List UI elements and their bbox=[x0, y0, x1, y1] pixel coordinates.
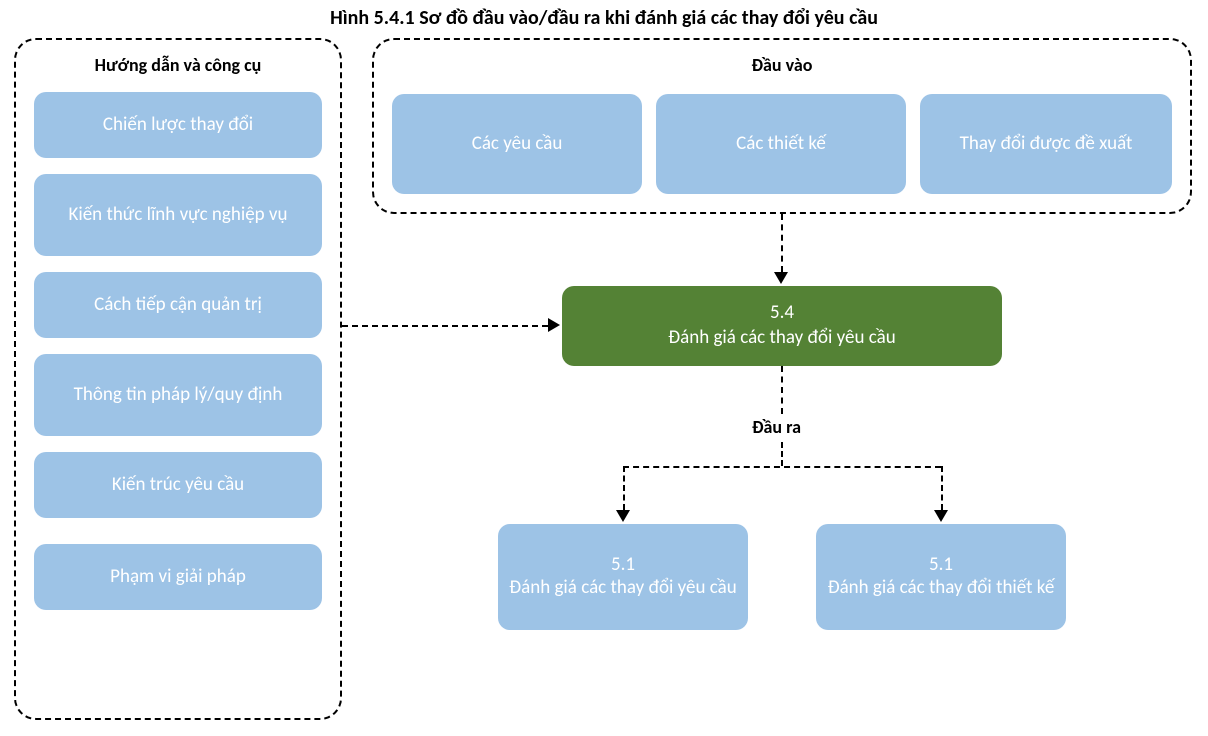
output-item-design-change-assessment: 5.1 Đánh giá các thay đổi thiết kế bbox=[816, 524, 1066, 630]
guide-item-requirements-architecture: Kiến trúc yêu cầu bbox=[34, 452, 322, 518]
guide-item-strategy: Chiến lược thay đổi bbox=[34, 92, 322, 158]
output-code-1: 5.1 bbox=[611, 554, 635, 577]
input-item-requirements: Các yêu cầu bbox=[392, 94, 642, 194]
arrow-inputs-to-process bbox=[774, 272, 788, 284]
arrow-guides-to-process bbox=[548, 318, 560, 332]
connector-process-down bbox=[781, 366, 783, 414]
connector-inputs-to-process bbox=[781, 214, 783, 272]
guide-item-solution-scope: Phạm vi giải pháp bbox=[34, 544, 322, 610]
output-label-2: Đánh giá các thay đổi thiết kế bbox=[828, 577, 1055, 600]
connector-branch-left bbox=[623, 466, 625, 510]
outputs-heading: Đầu ra bbox=[752, 416, 801, 438]
input-item-proposed-change: Thay đổi được đề xuất bbox=[920, 94, 1172, 194]
arrow-branch-right bbox=[934, 510, 948, 522]
process-label: Đánh giá các thay đổi yêu cầu bbox=[668, 326, 895, 351]
guide-item-governance: Cách tiếp cận quản trị bbox=[34, 272, 322, 338]
connector-below-label bbox=[781, 442, 783, 466]
output-label-1: Đánh giá các thay đổi yêu cầu bbox=[509, 577, 736, 600]
arrow-branch-left bbox=[616, 510, 630, 522]
connector-split-horizontal bbox=[623, 466, 941, 468]
connector-guides-to-process bbox=[342, 325, 548, 327]
guides-heading: Hướng dẫn và công cụ bbox=[16, 54, 340, 76]
output-code-2: 5.1 bbox=[929, 554, 953, 577]
process-code: 5.4 bbox=[770, 301, 794, 326]
input-item-designs: Các thiết kế bbox=[656, 94, 906, 194]
process-box: 5.4 Đánh giá các thay đổi yêu cầu bbox=[562, 286, 1002, 366]
inputs-heading: Đầu vào bbox=[374, 54, 1190, 76]
diagram-title: Hình 5.4.1 Sơ đồ đầu vào/đầu ra khi đánh… bbox=[180, 6, 1028, 30]
output-item-req-change-assessment: 5.1 Đánh giá các thay đổi yêu cầu bbox=[498, 524, 748, 630]
guide-item-legal: Thông tin pháp lý/quy định bbox=[34, 354, 322, 436]
connector-branch-right bbox=[941, 466, 943, 510]
guide-item-domain-knowledge: Kiến thức lĩnh vực nghiệp vụ bbox=[34, 174, 322, 256]
